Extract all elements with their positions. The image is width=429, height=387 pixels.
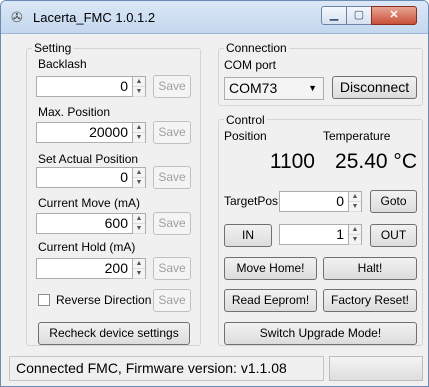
in-button[interactable]: IN	[224, 224, 272, 247]
recheck-device-settings-button[interactable]: Recheck device settings	[38, 322, 190, 345]
set-actual-position-input[interactable]: 0	[36, 167, 133, 188]
spin-down-icon[interactable]: ▼	[133, 87, 145, 97]
current-move-label: Current Move (mA)	[38, 196, 141, 210]
current-hold-save-button[interactable]: Save	[153, 257, 191, 280]
temperature-label: Temperature	[323, 129, 391, 143]
targetpos-input[interactable]: 0	[279, 191, 349, 212]
halt-button[interactable]: Halt!	[323, 257, 417, 280]
goto-button[interactable]: Goto	[370, 190, 417, 213]
backlash-input[interactable]: 0	[36, 76, 133, 97]
spin-down-icon[interactable]: ▼	[133, 269, 145, 279]
spin-up-icon[interactable]: ▲	[133, 259, 145, 269]
spin-down-icon[interactable]: ▼	[133, 178, 145, 188]
app-icon: ✇	[11, 9, 23, 25]
current-hold-label: Current Hold (mA)	[38, 240, 136, 254]
disconnect-button[interactable]: Disconnect	[332, 76, 417, 99]
minimize-button[interactable]: ▁	[321, 6, 347, 25]
position-value: 1100	[224, 147, 319, 178]
read-eeprom-button[interactable]: Read Eeprom!	[224, 289, 317, 312]
com-port-value: COM73	[229, 80, 278, 96]
max-position-save-button[interactable]: Save	[153, 121, 191, 144]
window-title: Lacerta_FMC 1.0.1.2	[33, 10, 156, 25]
status-bar: Connected FMC, Firmware version: v1.1.08	[9, 356, 324, 381]
reverse-direction-label: Reverse Direction	[56, 293, 152, 307]
current-hold-stepper[interactable]: ▲ ▼	[132, 258, 146, 279]
current-hold-input[interactable]: 200	[36, 258, 133, 279]
control-group-title: Control	[224, 113, 267, 127]
step-input[interactable]: 1	[279, 224, 349, 245]
out-button[interactable]: OUT	[370, 224, 417, 247]
connection-group-title: Connection	[224, 41, 289, 55]
setting-group-title: Setting	[32, 41, 74, 55]
current-move-input[interactable]: 600	[36, 213, 133, 234]
step-stepper[interactable]: ▲ ▼	[348, 224, 362, 245]
spin-down-icon[interactable]: ▼	[133, 133, 145, 143]
current-move-save-button[interactable]: Save	[153, 212, 191, 235]
position-label: Position	[224, 129, 267, 143]
temperature-value: 25.40 °C	[321, 147, 421, 178]
title-bar[interactable]: ✇ Lacerta_FMC 1.0.1.2 ▁ ▢ ✕	[1, 1, 428, 34]
status-progress-bar	[329, 356, 423, 381]
spin-up-icon[interactable]: ▲	[349, 225, 361, 235]
reverse-direction-checkbox[interactable]	[38, 294, 50, 306]
spin-down-icon[interactable]: ▼	[133, 224, 145, 234]
com-port-select[interactable]: COM73 ▼	[224, 77, 324, 100]
spin-up-icon[interactable]: ▲	[133, 214, 145, 224]
max-position-stepper[interactable]: ▲ ▼	[132, 122, 146, 143]
app-window: ✇ Lacerta_FMC 1.0.1.2 ▁ ▢ ✕ Setting Back…	[0, 0, 429, 387]
max-position-input[interactable]: 20000	[36, 122, 133, 143]
switch-upgrade-mode-button[interactable]: Switch Upgrade Mode!	[224, 322, 417, 345]
spin-down-icon[interactable]: ▼	[349, 202, 361, 212]
set-actual-position-stepper[interactable]: ▲ ▼	[132, 167, 146, 188]
spin-down-icon[interactable]: ▼	[349, 235, 361, 245]
spin-up-icon[interactable]: ▲	[133, 123, 145, 133]
targetpos-stepper[interactable]: ▲ ▼	[348, 191, 362, 212]
move-home-button[interactable]: Move Home!	[224, 257, 317, 280]
factory-reset-button[interactable]: Factory Reset!	[323, 289, 417, 312]
max-position-label: Max. Position	[38, 105, 111, 119]
set-actual-position-label: Set Actual Position	[38, 152, 139, 166]
targetpos-label: TargetPos.:	[224, 194, 285, 208]
reverse-save-button[interactable]: Save	[153, 289, 191, 312]
spin-up-icon[interactable]: ▲	[349, 192, 361, 202]
spin-up-icon[interactable]: ▲	[133, 168, 145, 178]
backlash-save-button[interactable]: Save	[153, 75, 191, 98]
maximize-button[interactable]: ▢	[346, 6, 372, 25]
spin-up-icon[interactable]: ▲	[133, 77, 145, 87]
chevron-down-icon[interactable]: ▼	[308, 78, 317, 99]
close-button[interactable]: ✕	[371, 6, 417, 25]
com-port-label: COM port	[224, 58, 277, 72]
backlash-stepper[interactable]: ▲ ▼	[132, 76, 146, 97]
set-actual-position-save-button[interactable]: Save	[153, 166, 191, 189]
backlash-label: Backlash	[38, 57, 87, 71]
current-move-stepper[interactable]: ▲ ▼	[132, 213, 146, 234]
